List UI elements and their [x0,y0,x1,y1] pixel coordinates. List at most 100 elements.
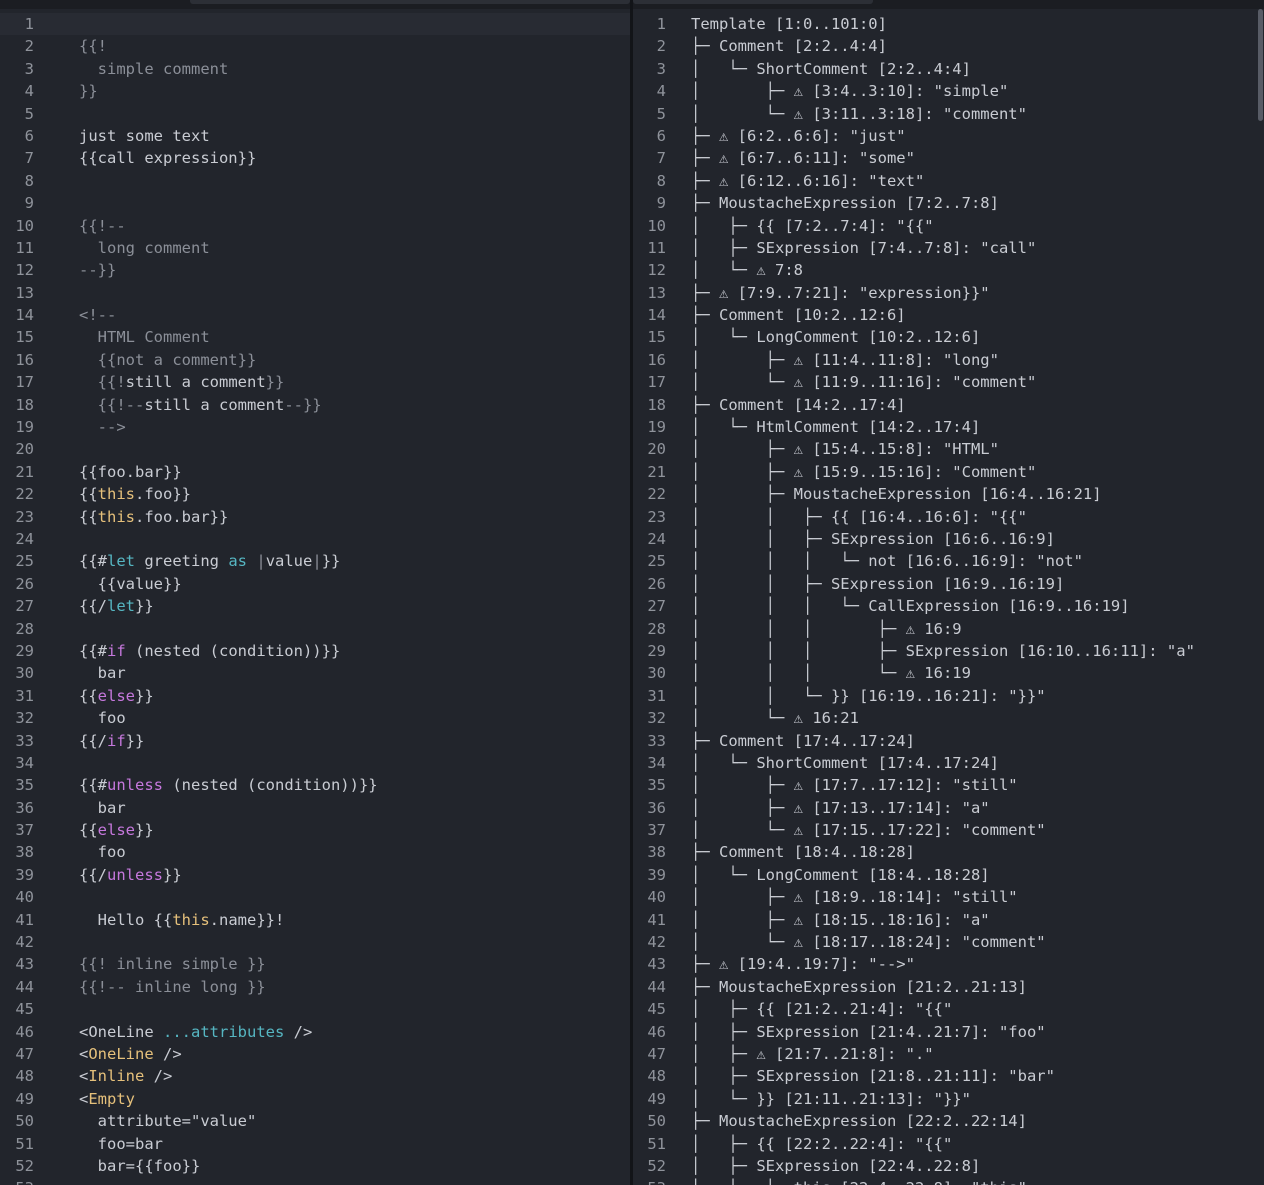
right-code-line[interactable]: 5 │ └─ ⚠ [3:11..3:18]: "comment" [633,103,1264,125]
left-code-line[interactable]: 52 bar={{foo}} [0,1155,630,1177]
right-code-line[interactable]: 4 │ ├─ ⚠ [3:4..3:10]: "simple" [633,80,1264,102]
right-code-line[interactable]: 26 │ │ ├─ SExpression [16:9..16:19] [633,573,1264,595]
left-horizontal-scroll-thumb[interactable] [190,0,630,4]
right-code-line[interactable]: 40 │ ├─ ⚠ [18:9..18:14]: "still" [633,886,1264,908]
right-code-line[interactable]: 44 ├─ MoustacheExpression [21:2..21:13] [633,976,1264,998]
left-code-line[interactable]: 26 {{value}} [0,573,630,595]
left-code-line[interactable]: 1 [0,13,630,36]
right-code-line[interactable]: 52 │ ├─ SExpression [22:4..22:8] [633,1155,1264,1177]
right-code-line[interactable]: 12 │ └─ ⚠ 7:8 [633,259,1264,281]
right-code-line[interactable]: 41 │ ├─ ⚠ [18:15..18:16]: "a" [633,909,1264,931]
right-code-line[interactable]: 1 Template [1:0..101:0] [633,13,1264,35]
right-code-line[interactable]: 11 │ ├─ SExpression [7:4..7:8]: "call" [633,237,1264,259]
left-code-line[interactable]: 9 [0,192,630,214]
left-code-line[interactable]: 6 just some text [0,125,630,147]
right-code-line[interactable]: 3 │ └─ ShortComment [2:2..4:4] [633,58,1264,80]
source-editor-pane[interactable]: 1 2 {{! 3 simple comment 4}} 5 6 just some text… [0,0,630,1185]
left-code-line[interactable]: 18 {{!--still a comment--}} [0,394,630,416]
right-code-line[interactable]: 53 │ │ └─ this [22:4..22:8]: "this" [633,1177,1264,1185]
left-code-line[interactable]: 16 {{not a comment}} [0,349,630,371]
left-code-line[interactable]: 4}} [0,80,630,102]
left-code-line[interactable]: 48 <Inline /> [0,1065,630,1087]
left-code-line[interactable]: 15 HTML Comment [0,326,630,348]
left-code-line[interactable]: 33 {{/if}} [0,730,630,752]
right-code-line[interactable]: 21 │ ├─ ⚠ [15:9..15:16]: "Comment" [633,461,1264,483]
left-code-line[interactable]: 40 [0,886,630,908]
left-code-line[interactable]: 39 {{/unless}} [0,864,630,886]
right-code-line[interactable]: 25 │ │ │ └─ not [16:6..16:9]: "not" [633,550,1264,572]
left-code-line[interactable]: 23 {{this.foo.bar}} [0,506,630,528]
right-code-line[interactable]: 49 │ └─ }} [21:11..21:13]: "}}" [633,1088,1264,1110]
left-code-line[interactable]: 42 [0,931,630,953]
right-code-line[interactable]: 31 │ │ └─ }} [16:19..16:21]: "}}" [633,685,1264,707]
vertical-scrollbar[interactable] [1256,9,1264,1185]
right-code-line[interactable]: 43 ├─ ⚠ [19:4..19:7]: "-->" [633,953,1264,975]
left-code-line[interactable]: 36 bar [0,797,630,819]
right-code-line[interactable]: 30 │ │ │ └─ ⚠ 16:19 [633,662,1264,684]
left-code-line[interactable]: 45 [0,998,630,1020]
right-code-line[interactable]: 34 │ └─ ShortComment [17:4..17:24] [633,752,1264,774]
left-code-line[interactable]: 32 foo [0,707,630,729]
right-code-line[interactable]: 10 │ ├─ {{ [7:2..7:4]: "{{" [633,215,1264,237]
right-code-line[interactable]: 8 ├─ ⚠ [6:12..6:16]: "text" [633,170,1264,192]
left-code-line[interactable]: 20 [0,438,630,460]
right-code-line[interactable]: 48 │ ├─ SExpression [21:8..21:11]: "bar" [633,1065,1264,1087]
left-code-line[interactable]: 27 {{/let}} [0,595,630,617]
right-code-line[interactable]: 37 │ └─ ⚠ [17:15..17:22]: "comment" [633,819,1264,841]
left-code-line[interactable]: 25 {{#let greeting as |value|}} [0,550,630,572]
left-code-line[interactable]: 47 <OneLine /> [0,1043,630,1065]
right-code-line[interactable]: 15 │ └─ LongComment [10:2..12:6] [633,326,1264,348]
left-code-line[interactable]: 14 <!-- [0,304,630,326]
left-code-line[interactable]: 51 foo=bar [0,1133,630,1155]
right-code-line[interactable]: 20 │ ├─ ⚠ [15:4..15:8]: "HTML" [633,438,1264,460]
left-code-line[interactable]: 17 {{!still a comment}} [0,371,630,393]
right-code-line[interactable]: 45 │ ├─ {{ [21:2..21:4]: "{{" [633,998,1264,1020]
right-code-line[interactable]: 42 │ └─ ⚠ [18:17..18:24]: "comment" [633,931,1264,953]
left-code-line[interactable]: 34 [0,752,630,774]
right-code-line[interactable]: 35 │ ├─ ⚠ [17:7..17:12]: "still" [633,774,1264,796]
left-code-line[interactable]: 46 <OneLine ...attributes /> [0,1021,630,1043]
left-code-line[interactable]: 43 {{! inline simple }} [0,953,630,975]
left-code-line[interactable]: 12 --}} [0,259,630,281]
right-code-line[interactable]: 27 │ │ │ └─ CallExpression [16:9..16:19] [633,595,1264,617]
right-code-line[interactable]: 16 │ ├─ ⚠ [11:4..11:8]: "long" [633,349,1264,371]
left-code-line[interactable]: 50 attribute="value" [0,1110,630,1132]
right-horizontal-scroll-thumb[interactable] [633,0,873,4]
right-code-line[interactable]: 29 │ │ │ ├─ SExpression [16:10..16:11]: "… [633,640,1264,662]
right-code-line[interactable]: 39 │ └─ LongComment [18:4..18:28] [633,864,1264,886]
right-code-line[interactable]: 13 ├─ ⚠ [7:9..7:21]: "expression}}" [633,282,1264,304]
right-code-line[interactable]: 47 │ ├─ ⚠ [21:7..21:8]: "." [633,1043,1264,1065]
left-code-line[interactable]: 29 {{#if (nested (condition))}} [0,640,630,662]
source-code-lines[interactable]: 1 2 {{! 3 simple comment 4}} 5 6 just some text… [0,13,630,1185]
right-code-line[interactable]: 24 │ │ ├─ SExpression [16:6..16:9] [633,528,1264,550]
left-code-line[interactable]: 5 [0,103,630,125]
right-code-line[interactable]: 7 ├─ ⚠ [6:7..6:11]: "some" [633,147,1264,169]
right-code-line[interactable]: 22 │ ├─ MoustacheExpression [16:4..16:21] [633,483,1264,505]
right-code-line[interactable]: 9 ├─ MoustacheExpression [7:2..7:8] [633,192,1264,214]
right-code-line[interactable]: 2 ├─ Comment [2:2..4:4] [633,35,1264,57]
left-code-line[interactable]: 13 [0,282,630,304]
left-code-line[interactable]: 22 {{this.foo}} [0,483,630,505]
left-code-line[interactable]: 44 {{!-- inline long }} [0,976,630,998]
left-code-line[interactable]: 19 --> [0,416,630,438]
left-code-line[interactable]: 8 [0,170,630,192]
left-code-line[interactable]: 38 foo [0,841,630,863]
left-code-line[interactable]: 49 <Empty [0,1088,630,1110]
left-code-line[interactable]: 53 [0,1177,630,1185]
left-code-line[interactable]: 7 {{call expression}} [0,147,630,169]
left-code-line[interactable]: 31 {{else}} [0,685,630,707]
left-code-line[interactable]: 30 bar [0,662,630,684]
right-code-line[interactable]: 38 ├─ Comment [18:4..18:28] [633,841,1264,863]
left-code-line[interactable]: 37 {{else}} [0,819,630,841]
syntax-tree-pane[interactable]: 1 Template [1:0..101:0] 2 ├─ Comment [2:2..… [633,0,1264,1185]
left-code-line[interactable]: 21 {{foo.bar}} [0,461,630,483]
left-code-line[interactable]: 41 Hello {{this.name}}! [0,909,630,931]
right-code-line[interactable]: 50 ├─ MoustacheExpression [22:2..22:14] [633,1110,1264,1132]
right-code-line[interactable]: 28 │ │ │ ├─ ⚠ 16:9 [633,618,1264,640]
right-code-line[interactable]: 18 ├─ Comment [14:2..17:4] [633,394,1264,416]
left-code-line[interactable]: 2 {{! [0,35,630,57]
right-code-line[interactable]: 23 │ │ ├─ {{ [16:4..16:6]: "{{" [633,506,1264,528]
left-code-line[interactable]: 11 long comment [0,237,630,259]
left-code-line[interactable]: 10 {{!-- [0,215,630,237]
right-code-line[interactable]: 33 ├─ Comment [17:4..17:24] [633,730,1264,752]
